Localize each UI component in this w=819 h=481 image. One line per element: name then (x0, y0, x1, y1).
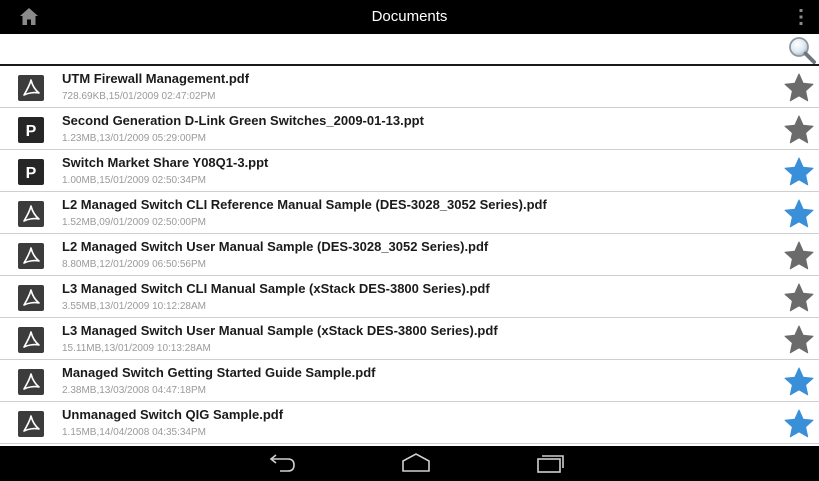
pdf-file-icon (18, 411, 44, 437)
document-name: Managed Switch Getting Started Guide Sam… (62, 365, 376, 380)
document-meta: 2.38MB,13/03/2008 04:47:18PM (62, 385, 206, 396)
document-meta: 8.80MB,12/01/2009 06:50:56PM (62, 259, 206, 270)
document-meta: 15.11MB,13/01/2009 10:13:28AM (62, 343, 211, 354)
overflow-menu-icon[interactable] (797, 8, 805, 26)
document-row[interactable]: L3 Managed Switch User Manual Sample (xS… (0, 318, 819, 360)
recent-apps-icon[interactable] (530, 449, 570, 477)
star-icon[interactable] (783, 282, 815, 314)
document-row[interactable]: L2 Managed Switch CLI Reference Manual S… (0, 192, 819, 234)
document-row[interactable]: L3 Managed Switch CLI Manual Sample (xSt… (0, 276, 819, 318)
document-name: L2 Managed Switch CLI Reference Manual S… (62, 197, 547, 212)
pdf-file-icon (18, 327, 44, 353)
star-icon[interactable] (783, 114, 815, 146)
home-nav-icon[interactable] (396, 449, 436, 477)
svg-text:P: P (26, 123, 37, 140)
search-input[interactable] (0, 34, 770, 64)
document-meta: 1.15MB,14/04/2008 04:35:34PM (62, 427, 206, 438)
search-bar (0, 34, 819, 66)
star-icon[interactable] (783, 72, 815, 104)
star-icon[interactable] (783, 324, 815, 356)
favorite-star-icon[interactable] (783, 366, 815, 398)
back-icon[interactable] (262, 449, 302, 477)
document-row[interactable]: P Second Generation D-Link Green Switches… (0, 108, 819, 150)
navigation-bar (0, 446, 819, 481)
pdf-file-icon (18, 285, 44, 311)
pdf-file-icon (18, 201, 44, 227)
star-icon[interactable] (783, 240, 815, 272)
favorite-star-icon[interactable] (783, 198, 815, 230)
document-name: Unmanaged Switch QIG Sample.pdf (62, 407, 284, 422)
document-name: L3 Managed Switch CLI Manual Sample (xSt… (62, 281, 490, 296)
document-meta: 728.69KB,15/01/2009 02:47:02PM (62, 91, 216, 102)
document-row[interactable]: UTM Firewall Management.pdf 728.69KB,15/0… (0, 66, 819, 108)
document-row[interactable]: P Switch Market Share Y08Q1-3.ppt 1.00MB,1… (0, 150, 819, 192)
document-row[interactable]: L2 Managed Switch User Manual Sample (DE… (0, 234, 819, 276)
favorite-star-icon[interactable] (783, 408, 815, 440)
search-icon[interactable] (787, 35, 817, 65)
document-list: UTM Firewall Management.pdf 728.69KB,15/0… (0, 66, 819, 446)
pdf-file-icon (18, 369, 44, 395)
document-name: Second Generation D-Link Green Switches_… (62, 113, 424, 128)
pdf-file-icon (18, 243, 44, 269)
document-name: L3 Managed Switch User Manual Sample (xS… (62, 323, 498, 338)
page-title: Documents (371, 8, 448, 25)
document-row[interactable]: Unmanaged Switch QIG Sample.pdf 1.15MB,14… (0, 402, 819, 444)
document-meta: 1.52MB,09/01/2009 02:50:00PM (62, 217, 206, 228)
pdf-file-icon (18, 75, 44, 101)
svg-text:P: P (26, 165, 37, 182)
document-meta: 3.55MB,13/01/2009 10:12:28AM (62, 301, 206, 312)
document-name: Switch Market Share Y08Q1-3.ppt (62, 155, 269, 170)
document-row[interactable]: Managed Switch Getting Started Guide Sam… (0, 360, 819, 402)
favorite-star-icon[interactable] (783, 156, 815, 188)
ppt-file-icon: P (18, 159, 44, 185)
title-bar: Documents (0, 0, 819, 34)
document-meta: 1.00MB,15/01/2009 02:50:34PM (62, 175, 206, 186)
ppt-file-icon: P (18, 117, 44, 143)
document-name: L2 Managed Switch User Manual Sample (DE… (62, 239, 489, 254)
document-name: UTM Firewall Management.pdf (62, 71, 250, 86)
document-meta: 1.23MB,13/01/2009 05:29:00PM (62, 133, 206, 144)
